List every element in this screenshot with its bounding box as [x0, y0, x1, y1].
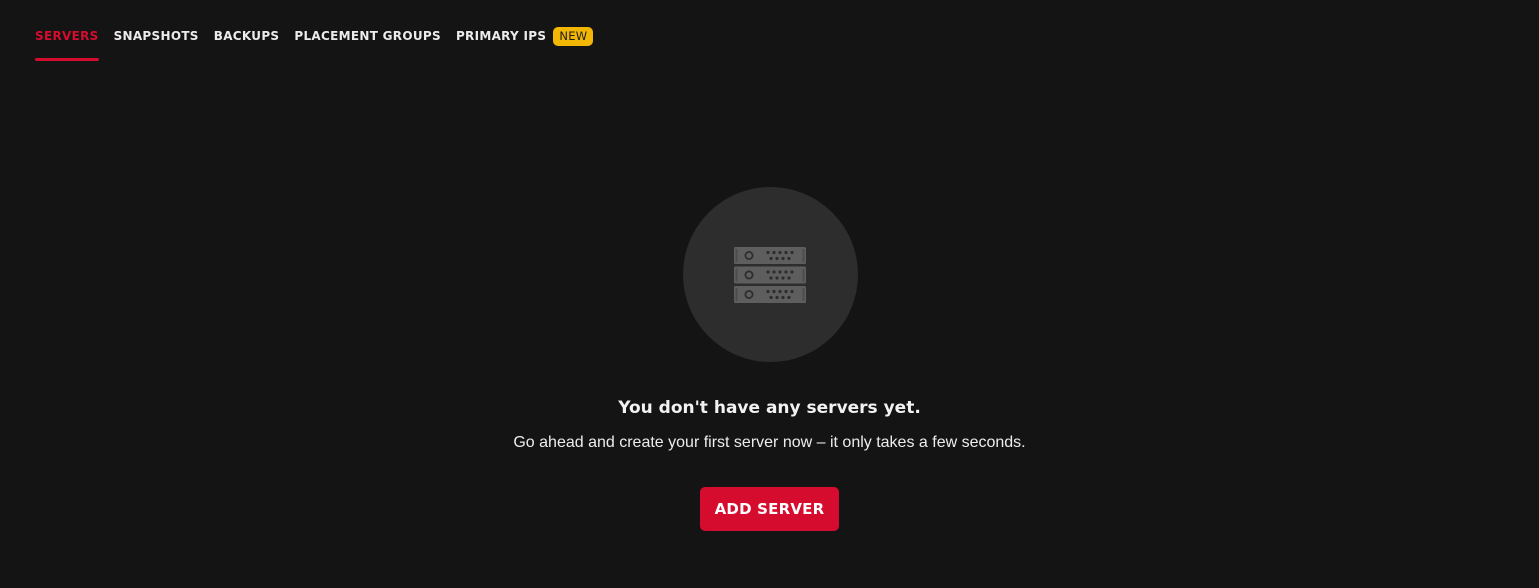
- add-server-button[interactable]: ADD SERVER: [700, 487, 839, 531]
- empty-state-illustration: [682, 187, 858, 362]
- server-rack-icon: [734, 246, 806, 303]
- tab-snapshots[interactable]: SNAPSHOTS: [114, 27, 199, 61]
- tab-backups-label: BACKUPS: [213, 29, 280, 43]
- empty-state-headline: You don't have any servers yet.: [618, 398, 921, 418]
- tab-backups[interactable]: BACKUPS: [214, 27, 280, 61]
- new-badge: NEW: [553, 27, 594, 46]
- server-unit-icon: [734, 285, 806, 303]
- tab-placement-groups[interactable]: PLACEMENT GROUPS: [294, 27, 441, 61]
- server-unit-icon: [734, 266, 806, 283]
- tab-primary-ips-label: PRIMARY IPS: [455, 29, 547, 43]
- empty-state-description: Go ahead and create your first server no…: [513, 434, 1026, 451]
- servers-page: SERVERS SNAPSHOTS BACKUPS PLACEMENT GROU…: [0, 0, 1539, 588]
- tab-snapshots-label: SNAPSHOTS: [113, 29, 199, 43]
- server-unit-icon: [734, 246, 806, 264]
- tab-placement-groups-label: PLACEMENT GROUPS: [294, 29, 441, 43]
- empty-state: You don't have any servers yet. Go ahead…: [0, 187, 1539, 531]
- tab-primary-ips[interactable]: PRIMARY IPS NEW: [456, 27, 594, 61]
- tab-servers-label: SERVERS: [35, 29, 99, 43]
- tab-servers[interactable]: SERVERS: [35, 27, 99, 61]
- tab-bar: SERVERS SNAPSHOTS BACKUPS PLACEMENT GROU…: [35, 27, 594, 61]
